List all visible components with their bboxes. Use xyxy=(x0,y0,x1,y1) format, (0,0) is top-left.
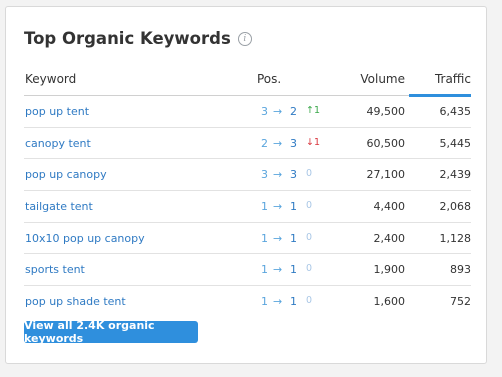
arrow-right-icon: → xyxy=(273,168,283,182)
previous-position: 3 xyxy=(261,168,268,182)
arrow-right-icon: → xyxy=(273,263,283,277)
position-change: ↓1 xyxy=(306,136,321,148)
widget-header: Top Organic Keywords i xyxy=(24,29,252,48)
table-body: pop up tent 3 → 2 ↑1 49,500 6,435 canopy… xyxy=(24,96,471,317)
position-cell: 1 → 1 0 xyxy=(261,232,312,245)
previous-position: 2 xyxy=(261,136,268,150)
traffic-cell: 2,068 xyxy=(439,200,472,214)
current-position: 2 xyxy=(290,105,297,118)
position-change: 0 xyxy=(306,263,313,275)
position-change: ↑1 xyxy=(306,105,321,116)
keywords-table: Keyword Pos. Volume Traffic pop up tent … xyxy=(24,63,471,317)
table-row: sports tent 1 → 1 0 1,900 893 xyxy=(24,254,471,287)
current-position: 3 xyxy=(290,168,297,182)
keyword-link[interactable]: pop up shade tent xyxy=(25,295,126,308)
volume-cell: 1,900 xyxy=(373,263,406,277)
volume-cell: 1,600 xyxy=(373,295,406,309)
position-cell: 1 → 1 0 xyxy=(261,263,312,276)
keyword-link[interactable]: sports tent xyxy=(25,263,85,276)
table-row: 10x10 pop up canopy 1 → 1 0 2,400 1,128 xyxy=(24,223,471,255)
column-header-pos[interactable]: Pos. xyxy=(257,72,281,86)
view-all-keywords-button[interactable]: View all 2.4K organic keywords xyxy=(24,319,198,345)
table-row: pop up shade tent 1 → 1 0 1,600 752 xyxy=(24,286,471,317)
previous-position: 1 xyxy=(261,295,268,309)
previous-position: 1 xyxy=(261,231,268,245)
position-cell: 3 → 3 0 xyxy=(261,168,312,181)
table-row: canopy tent 2 → 3 ↓1 60,500 5,445 xyxy=(24,128,471,160)
traffic-cell: 1,128 xyxy=(439,231,472,245)
position-cell: 2 → 3 ↓1 xyxy=(261,137,320,150)
column-header-volume[interactable]: Volume xyxy=(360,72,405,86)
previous-position: 1 xyxy=(261,263,268,277)
volume-cell: 27,100 xyxy=(366,168,406,182)
current-position: 1 xyxy=(290,263,297,277)
traffic-cell: 752 xyxy=(450,295,471,309)
top-organic-keywords-widget: Top Organic Keywords i Keyword Pos. Volu… xyxy=(5,6,487,364)
arrow-right-icon: → xyxy=(273,136,283,150)
previous-position: 1 xyxy=(261,200,268,214)
current-position: 3 xyxy=(290,136,297,150)
position-cell: 1 → 1 0 xyxy=(261,200,312,213)
keyword-link[interactable]: pop up canopy xyxy=(25,168,107,181)
table-row: pop up canopy 3 → 3 0 27,100 2,439 xyxy=(24,159,472,192)
position-cell: 1 → 1 0 xyxy=(261,295,312,308)
keyword-link[interactable]: canopy tent xyxy=(25,137,91,150)
keyword-link[interactable]: pop up tent xyxy=(25,105,89,118)
arrow-right-icon: → xyxy=(273,200,283,214)
current-position: 1 xyxy=(290,231,297,245)
volume-cell: 2,400 xyxy=(373,231,406,245)
position-change: 0 xyxy=(306,168,313,180)
position-change: 0 xyxy=(306,200,313,212)
arrow-right-icon: → xyxy=(273,105,283,118)
position-change: 0 xyxy=(306,295,313,307)
column-header-traffic[interactable]: Traffic xyxy=(413,72,471,86)
table-row: tailgate tent 1 → 1 0 4,400 2,068 xyxy=(24,191,471,223)
arrow-right-icon: → xyxy=(273,231,283,245)
previous-position: 3 xyxy=(261,105,268,118)
keyword-link[interactable]: tailgate tent xyxy=(25,200,93,213)
traffic-cell: 6,435 xyxy=(439,105,472,118)
traffic-cell: 5,445 xyxy=(439,136,472,150)
widget-title: Top Organic Keywords xyxy=(24,29,231,48)
volume-cell: 4,400 xyxy=(373,200,406,214)
keyword-link[interactable]: 10x10 pop up canopy xyxy=(25,232,145,245)
traffic-cell: 893 xyxy=(450,263,471,277)
table-row: pop up tent 3 → 2 ↑1 49,500 6,435 xyxy=(24,96,471,128)
position-cell: 3 → 2 ↑1 xyxy=(261,105,320,118)
table-header: Keyword Pos. Volume Traffic xyxy=(24,63,471,97)
traffic-cell: 2,439 xyxy=(439,168,472,182)
info-icon[interactable]: i xyxy=(237,31,252,46)
volume-cell: 49,500 xyxy=(366,105,406,118)
volume-cell: 60,500 xyxy=(366,136,406,150)
current-position: 1 xyxy=(290,200,297,214)
current-position: 1 xyxy=(290,295,297,309)
column-header-keyword[interactable]: Keyword xyxy=(25,72,76,86)
position-change: 0 xyxy=(306,231,313,243)
arrow-right-icon: → xyxy=(273,295,283,309)
